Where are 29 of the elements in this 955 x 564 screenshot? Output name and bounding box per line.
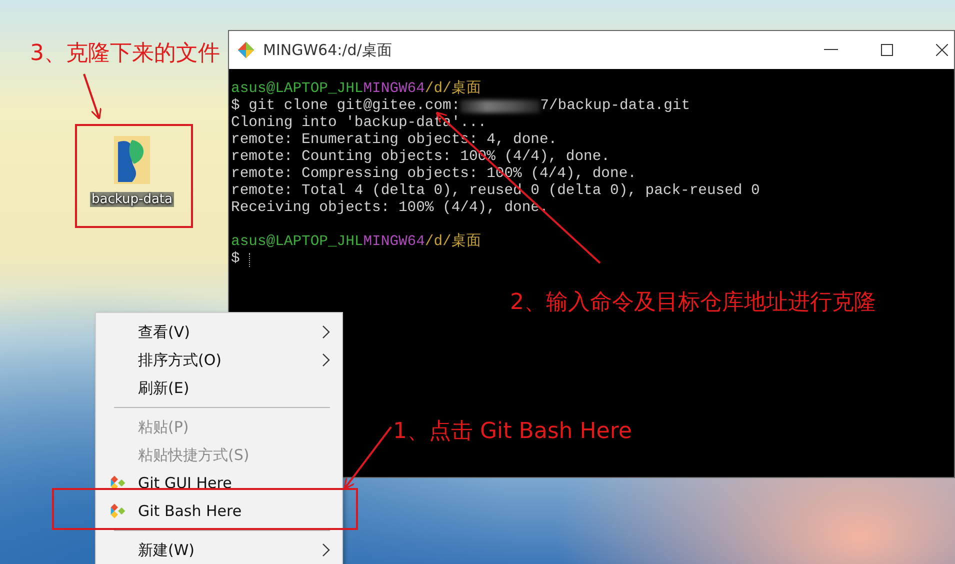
close-icon[interactable] <box>936 44 948 56</box>
command-text: $ git clone git@gitee.com: <box>231 98 460 115</box>
desktop-icon-label[interactable]: backup-data <box>90 192 174 207</box>
menu-item[interactable]: Git Bash Here <box>96 497 342 525</box>
menu-item[interactable]: 查看(V) <box>96 318 342 346</box>
git-logo-icon <box>237 41 255 59</box>
folder-icon <box>112 134 152 186</box>
annotation-arrow <box>344 426 392 490</box>
annotation-label: 3、克隆下来的文件 <box>30 40 220 68</box>
prompt-shell: MINGW64 <box>363 81 425 98</box>
prompt-user: asus@LAPTOP_JHL <box>231 234 364 251</box>
output-line: remote: Total 4 (delta 0), reused 0 (delta 0), pack-reused 0 <box>231 183 760 200</box>
window-title: MINGW64:/d/桌面 <box>263 40 392 60</box>
prompt-shell: MINGW64 <box>363 234 425 251</box>
command-text: 7/backup-data.git <box>540 98 690 115</box>
annotation-arrow <box>83 74 102 120</box>
menu-item[interactable]: 新建(W) <box>96 536 342 564</box>
prompt-sign: $ <box>231 251 240 268</box>
text-cursor <box>248 252 251 266</box>
minimize-icon[interactable] <box>824 49 838 51</box>
prompt-path: /d/桌面 <box>424 234 482 251</box>
maximize-icon[interactable] <box>881 44 893 56</box>
annotation-label: 1、点击 Git Bash Here <box>393 418 632 446</box>
prompt-user: asus@LAPTOP_JHL <box>231 81 364 98</box>
prompt-path: /d/桌面 <box>424 81 482 98</box>
menu-item[interactable]: Git GUI Here <box>96 469 342 497</box>
annotation-label: 2、输入命令及目标仓库地址进行克隆 <box>510 289 876 317</box>
menu-item[interactable]: 刷新(E) <box>96 374 342 402</box>
menu-item[interactable]: 排序方式(O) <box>96 346 342 374</box>
